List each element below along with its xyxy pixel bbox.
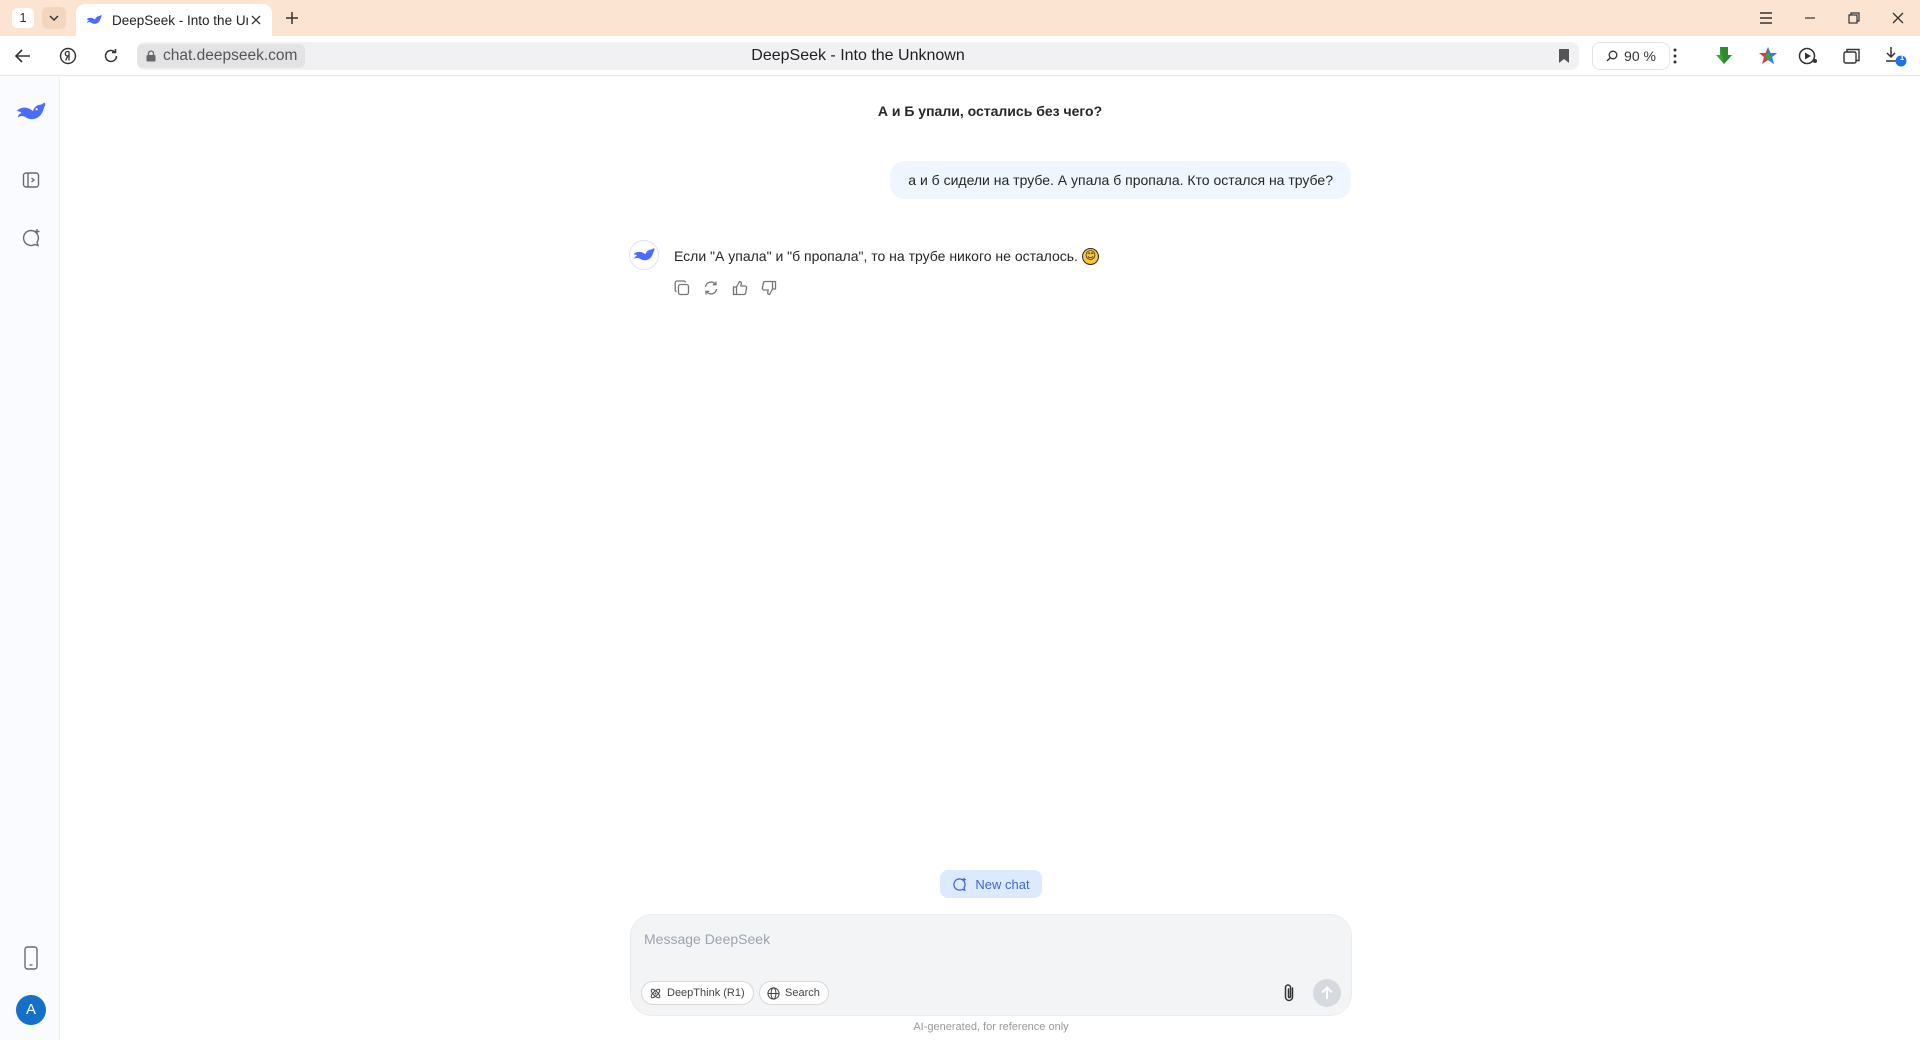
thumbs-down-icon bbox=[761, 280, 777, 296]
mobile-phone-icon bbox=[24, 946, 38, 970]
address-bar: chat.deepseek.com DeepSeek - Into the Un… bbox=[0, 36, 1920, 76]
window-controls bbox=[1744, 0, 1920, 36]
user-avatar[interactable]: A bbox=[16, 995, 46, 1025]
paperclip-icon bbox=[1284, 984, 1294, 1002]
new-chat-button[interactable]: New chat bbox=[940, 870, 1042, 898]
zoom-button[interactable]: 90 % bbox=[1592, 42, 1670, 70]
deepseek-logo-icon bbox=[86, 12, 102, 28]
open-sidebar-button[interactable] bbox=[16, 165, 46, 195]
tab-deepseek[interactable]: DeepSeek - Into the Unknown bbox=[76, 4, 272, 36]
deepseek-whale-icon bbox=[16, 102, 46, 120]
tab-counter[interactable]: 1 bbox=[12, 8, 34, 28]
new-chat-icon bbox=[22, 229, 40, 247]
downloads-button[interactable]: 1 bbox=[1884, 44, 1908, 68]
url-field[interactable]: chat.deepseek.com DeepSeek - Into the Un… bbox=[137, 42, 1579, 70]
deepthink-label: DeepThink (R1) bbox=[667, 987, 745, 999]
deepseek-whale-icon bbox=[633, 248, 655, 261]
plus-icon bbox=[286, 12, 298, 24]
extension-colorful[interactable] bbox=[1756, 44, 1780, 68]
new-chat-sidebar-button[interactable] bbox=[16, 223, 46, 253]
message-composer: DeepThink (R1) Search bbox=[630, 914, 1352, 1016]
assistant-message: Если "А упала" и "б пропала", то на труб… bbox=[674, 246, 1099, 266]
extension-media[interactable] bbox=[1796, 44, 1820, 68]
message-input[interactable] bbox=[644, 927, 1334, 951]
dislike-button[interactable] bbox=[759, 278, 779, 298]
more-options-button[interactable] bbox=[1663, 44, 1687, 68]
get-app-button[interactable] bbox=[16, 943, 46, 973]
close-tab-icon[interactable] bbox=[248, 12, 264, 28]
like-button[interactable] bbox=[730, 278, 750, 298]
arrow-left-icon bbox=[15, 49, 30, 63]
close-icon bbox=[1892, 12, 1904, 24]
assistant-avatar bbox=[629, 240, 659, 270]
bookmark-icon[interactable] bbox=[1557, 48, 1571, 64]
browser-titlebar: 1 DeepSeek - Into the Unknown bbox=[0, 0, 1920, 36]
minimize-icon bbox=[1805, 17, 1815, 19]
colorful-star-icon bbox=[1759, 47, 1777, 64]
url-host: chat.deepseek.com bbox=[163, 47, 298, 64]
regenerate-icon bbox=[704, 281, 718, 295]
close-window-button[interactable] bbox=[1876, 0, 1920, 36]
search-label: Search bbox=[785, 987, 820, 999]
new-chat-label: New chat bbox=[975, 876, 1030, 892]
minimize-button[interactable] bbox=[1788, 0, 1832, 36]
menu-button[interactable] bbox=[1744, 0, 1788, 36]
copy-icon bbox=[674, 280, 690, 296]
send-button[interactable] bbox=[1313, 979, 1341, 1007]
hamburger-icon bbox=[1760, 12, 1772, 24]
deepthink-toggle[interactable]: DeepThink (R1) bbox=[641, 981, 754, 1005]
tab-list-button[interactable] bbox=[42, 7, 66, 29]
deepseek-home-logo[interactable] bbox=[16, 97, 46, 127]
zoom-level: 90 % bbox=[1624, 48, 1656, 64]
magnifier-icon bbox=[1606, 50, 1618, 62]
yandex-icon bbox=[59, 47, 77, 65]
reload-button[interactable] bbox=[98, 44, 124, 68]
back-button[interactable] bbox=[10, 44, 36, 68]
new-chat-icon bbox=[953, 877, 967, 891]
download-badge: 1 bbox=[1899, 53, 1905, 62]
atom-icon bbox=[650, 988, 661, 998]
sidebar-toggle-icon bbox=[22, 172, 40, 188]
restore-icon bbox=[1848, 12, 1860, 24]
tab-title: DeepSeek - Into the Unknown bbox=[112, 12, 248, 28]
arrow-up-icon bbox=[1321, 986, 1333, 999]
green-download-arrow-icon bbox=[1716, 47, 1732, 64]
url-host-chip[interactable]: chat.deepseek.com bbox=[137, 44, 306, 68]
kebab-menu-icon bbox=[1673, 48, 1677, 64]
lock-icon bbox=[146, 50, 156, 62]
copy-button[interactable] bbox=[672, 278, 692, 298]
collections-icon bbox=[1843, 48, 1860, 64]
chevron-down-icon bbox=[49, 15, 59, 22]
assistant-message-text: Если "А упала" и "б пропала", то на труб… bbox=[674, 248, 1078, 264]
regenerate-button[interactable] bbox=[701, 278, 721, 298]
restore-button[interactable] bbox=[1832, 0, 1876, 36]
smiling-face-emoji: 😊 bbox=[1081, 247, 1099, 265]
ai-disclaimer: AI-generated, for reference only bbox=[913, 1021, 1069, 1033]
address-page-title: DeepSeek - Into the Unknown bbox=[751, 47, 965, 64]
app-sidebar: A bbox=[0, 77, 60, 1040]
thumbs-up-icon bbox=[732, 280, 748, 296]
new-tab-button[interactable] bbox=[282, 8, 302, 28]
extension-downloader[interactable] bbox=[1712, 44, 1736, 68]
attach-button[interactable] bbox=[1277, 981, 1301, 1005]
globe-icon bbox=[767, 986, 780, 1000]
chat-title: А и Б упали, остались без чего? bbox=[877, 103, 1103, 119]
play-circle-icon bbox=[1798, 47, 1817, 65]
search-toggle[interactable]: Search bbox=[759, 981, 829, 1005]
reload-icon bbox=[104, 49, 118, 63]
yandex-button[interactable] bbox=[55, 44, 81, 68]
user-message: а и б сидели на трубе. А упала б пропала… bbox=[890, 161, 1351, 199]
message-actions bbox=[672, 278, 779, 298]
collections-button[interactable] bbox=[1840, 44, 1864, 68]
